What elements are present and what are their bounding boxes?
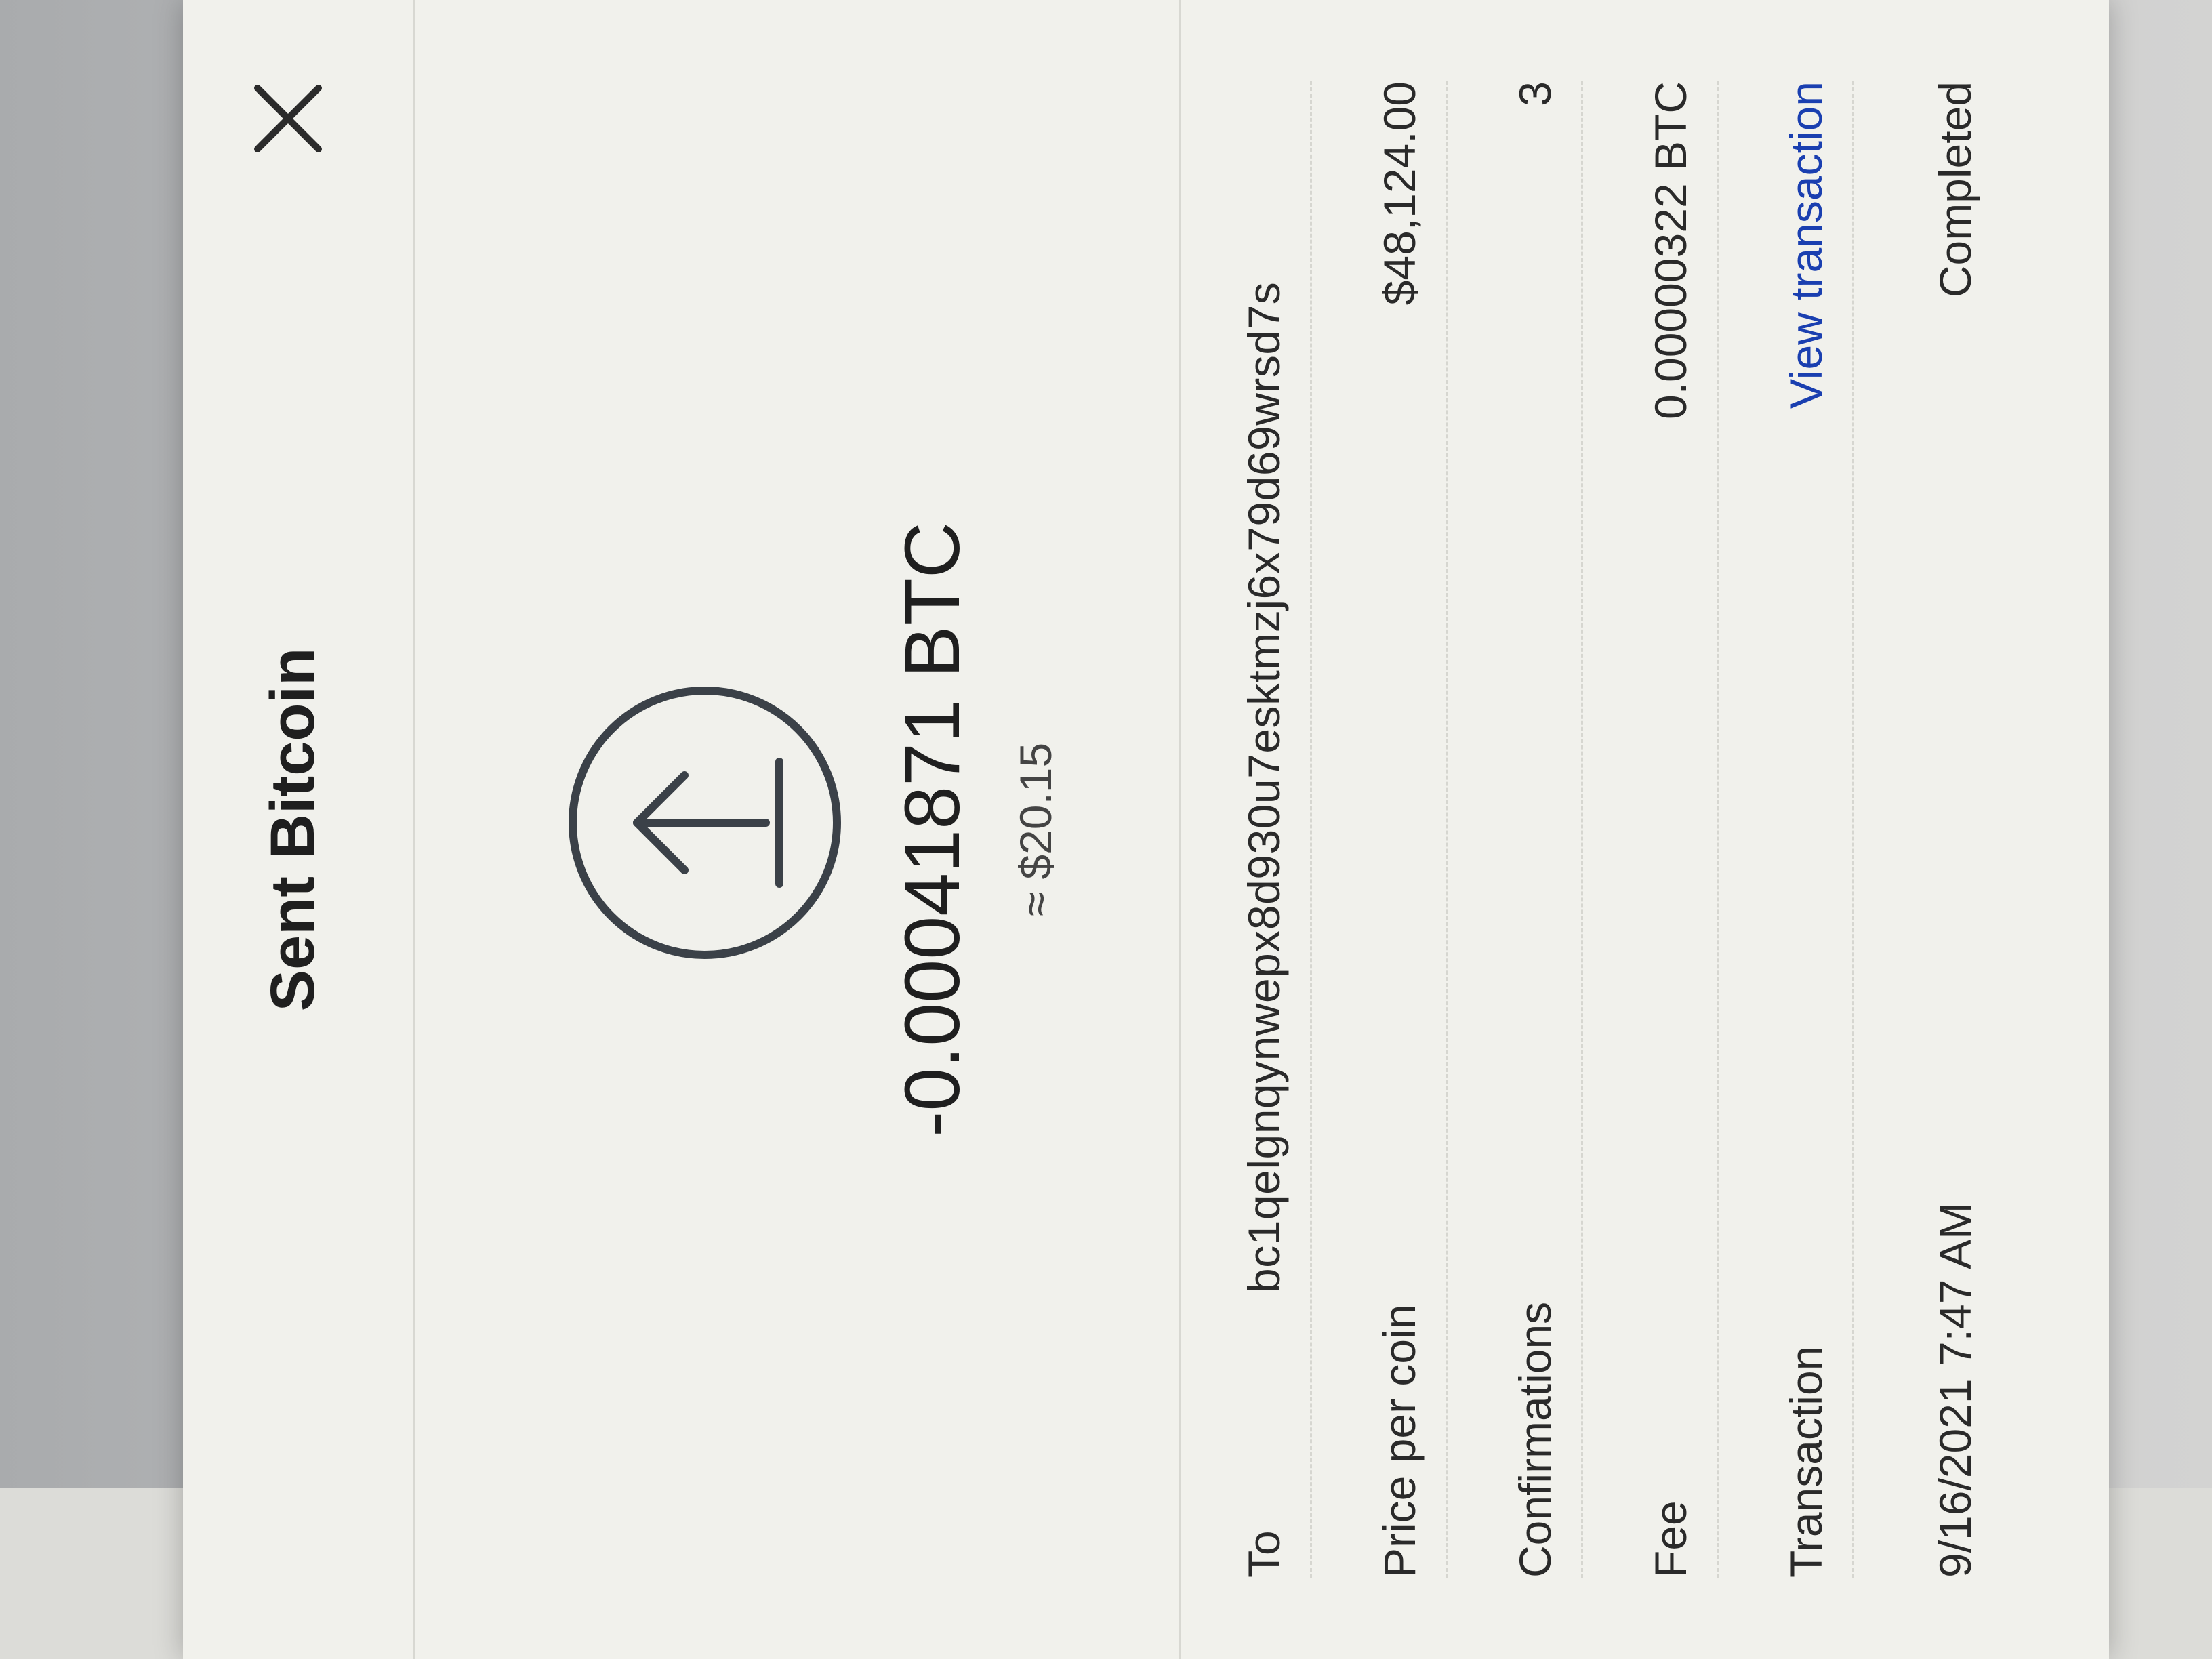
photo-background: $. $: $: $: Sent Bitcoin [0, 0, 2212, 1659]
transaction-detail-dialog: Sent Bitcoin -0.00041871 BTC ≈ $20.15 To… [183, 0, 2111, 1659]
detail-label: Transaction [1781, 1345, 1831, 1578]
detail-row-confirmations: Confirmations 3 [1479, 81, 1583, 1578]
dialog-header: Sent Bitcoin [183, 0, 415, 1659]
detail-row-fee: Fee 0.00000322 BTC [1615, 81, 1719, 1578]
detail-label: To [1239, 1530, 1289, 1578]
transaction-timestamp: 9/16/2021 7:47 AM [1930, 1202, 1980, 1578]
dialog-title: Sent Bitcoin [258, 647, 327, 1012]
detail-row-transaction: Transaction View transaction [1750, 81, 1854, 1578]
confirmations-value: 3 [1510, 81, 1560, 106]
transaction-details: To bc1qelgnqynwepx8d930u7esktmzj6x79d69w… [1179, 0, 2111, 1659]
status-value: Completed [1930, 81, 1980, 298]
detail-row-to: To bc1qelgnqynwepx8d930u7esktmzj6x79d69w… [1208, 81, 1312, 1578]
close-icon [254, 85, 322, 152]
close-button[interactable] [244, 75, 332, 163]
recipient-address: bc1qelgnqynwepx8d930u7esktmzj6x79d69wrsd… [1239, 281, 1289, 1293]
fee-value: 0.00000322 BTC [1645, 81, 1696, 420]
detail-label: Price per coin [1374, 1304, 1425, 1578]
transaction-summary: -0.00041871 BTC ≈ $20.15 [413, 0, 1179, 1659]
dialog-content: Sent Bitcoin -0.00041871 BTC ≈ $20.15 To… [183, 0, 2111, 1659]
fiat-amount: ≈ $20.15 [1010, 742, 1061, 917]
detail-label: Confirmations [1510, 1301, 1560, 1578]
send-arrow-icon [569, 687, 841, 959]
view-transaction-link[interactable]: View transaction [1780, 81, 1832, 409]
detail-row-price: Price per coin $48,124.00 [1344, 81, 1448, 1578]
btc-amount: -0.00041871 BTC [889, 522, 976, 1137]
price-per-coin-value: $48,124.00 [1374, 81, 1425, 306]
detail-label: Fee [1645, 1500, 1696, 1578]
detail-row-status: 9/16/2021 7:47 AM Completed [1900, 81, 2001, 1578]
